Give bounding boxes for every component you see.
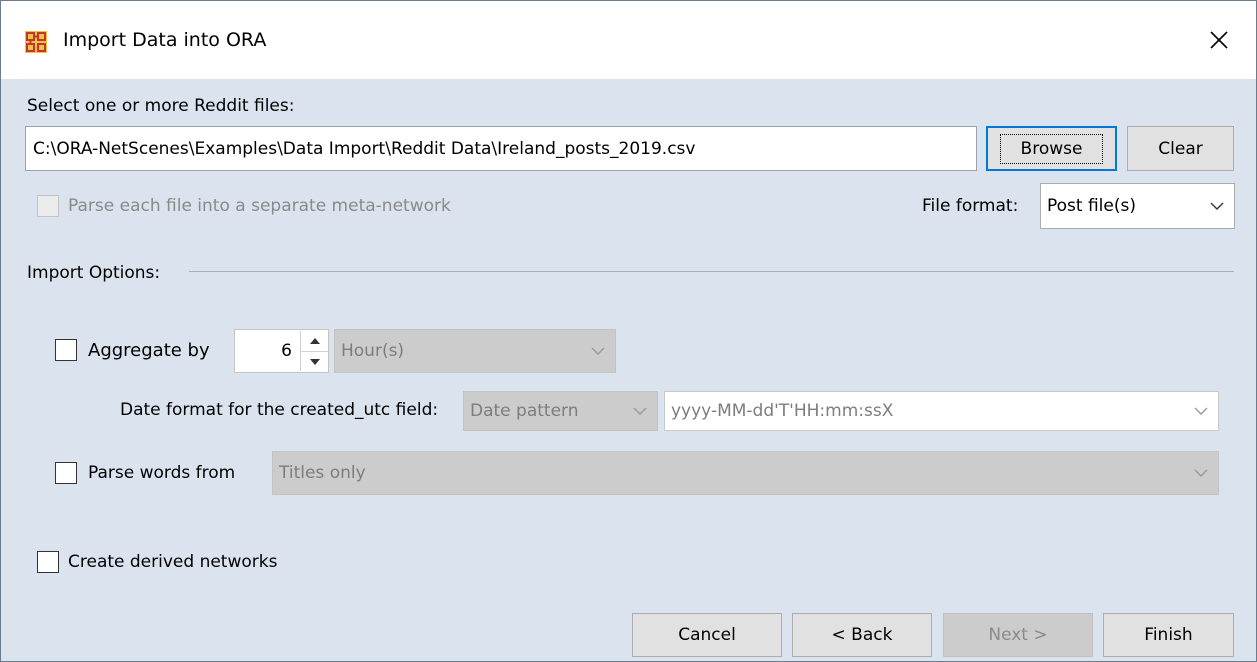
parse-words-label: Parse words from	[88, 463, 236, 483]
date-format-type-value: Date pattern	[470, 401, 579, 421]
separate-metanetwork-checkbox[interactable]	[37, 195, 59, 217]
import-dialog: Import Data into ORA Select one or more …	[0, 0, 1257, 662]
file-format-value: Post file(s)	[1047, 196, 1136, 216]
aggregate-unit-value: Hour(s)	[341, 341, 405, 361]
back-label: < Back	[831, 625, 893, 645]
date-format-label: Date format for the created_utc field:	[120, 400, 439, 420]
ora-app-icon	[25, 31, 47, 53]
parse-words-checkbox[interactable]	[55, 462, 77, 484]
finish-button[interactable]: Finish	[1103, 613, 1234, 657]
browse-label: Browse	[999, 133, 1104, 164]
next-button[interactable]: Next >	[943, 613, 1093, 657]
date-format-type-select[interactable]: Date pattern	[463, 391, 658, 431]
clear-label: Clear	[1158, 138, 1203, 159]
file-format-select[interactable]: Post file(s)	[1040, 183, 1235, 229]
next-label: Next >	[988, 625, 1048, 645]
chevron-down-icon	[1194, 407, 1208, 415]
date-pattern-combo[interactable]: yyyy-MM-dd'T'HH:mm:ssX	[664, 391, 1219, 431]
finish-label: Finish	[1144, 625, 1193, 645]
close-icon	[1210, 31, 1228, 49]
cancel-label: Cancel	[678, 625, 736, 645]
window-title: Import Data into ORA	[63, 29, 267, 51]
close-button[interactable]	[1202, 23, 1236, 57]
aggregate-amount-value: 6	[281, 341, 292, 361]
clear-button[interactable]: Clear	[1127, 126, 1234, 171]
browse-button[interactable]: Browse	[986, 126, 1117, 171]
derived-networks-label: Create derived networks	[68, 552, 278, 572]
aggregate-unit-select[interactable]: Hour(s)	[334, 329, 616, 373]
parse-words-source-select[interactable]: Titles only	[272, 451, 1219, 495]
chevron-down-icon	[633, 407, 647, 415]
chevron-down-icon	[1210, 202, 1224, 210]
arrow-up-icon	[309, 338, 320, 344]
date-pattern-value: yyyy-MM-dd'T'HH:mm:ssX	[671, 401, 894, 421]
aggregate-label: Aggregate by	[88, 340, 210, 361]
import-options-heading: Import Options:	[27, 263, 161, 283]
derived-networks-checkbox[interactable]	[37, 551, 59, 573]
title-bar: Import Data into ORA	[1, 1, 1256, 79]
files-label: Select one or more Reddit files:	[27, 96, 295, 116]
dialog-content: Select one or more Reddit files: C:\ORA-…	[1, 79, 1256, 661]
file-path-value: C:\ORA-NetScenes\Examples\Data Import\Re…	[33, 138, 696, 159]
spinner-up-button[interactable]	[301, 331, 328, 351]
parse-words-source-value: Titles only	[279, 463, 366, 483]
spinner-down-button[interactable]	[301, 351, 328, 372]
file-format-label: File format:	[922, 196, 1019, 216]
chevron-down-icon	[1194, 469, 1208, 477]
file-path-input[interactable]: C:\ORA-NetScenes\Examples\Data Import\Re…	[25, 126, 977, 171]
separate-metanetwork-label: Parse each file into a separate meta-net…	[68, 196, 451, 216]
aggregate-checkbox[interactable]	[55, 339, 77, 361]
chevron-down-icon	[591, 347, 605, 355]
arrow-down-icon	[309, 359, 320, 365]
cancel-button[interactable]: Cancel	[632, 613, 782, 657]
import-options-divider	[189, 271, 1234, 272]
spinner-arrows	[300, 331, 328, 371]
back-button[interactable]: < Back	[792, 613, 932, 657]
